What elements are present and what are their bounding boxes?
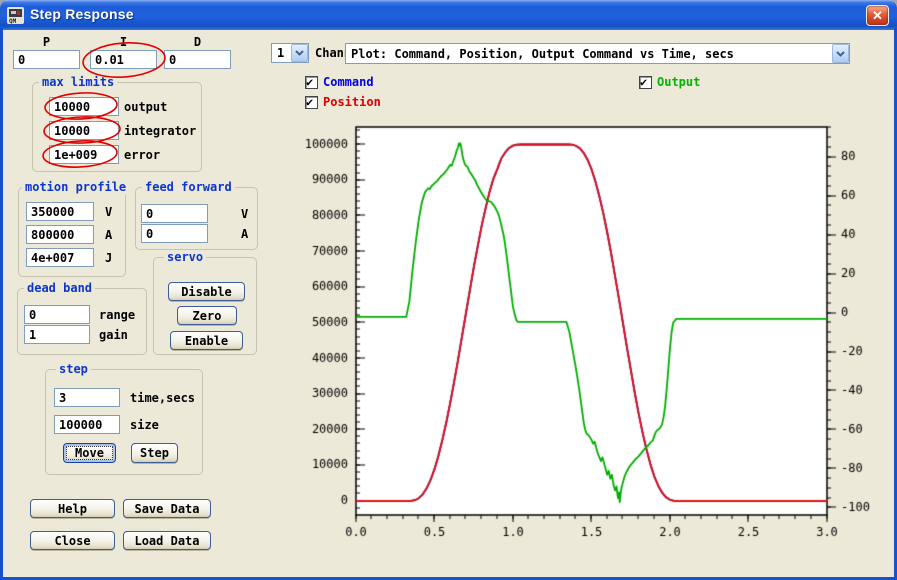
window-border-left (0, 28, 3, 580)
plot-select-value: Plot: Command, Position, Output Command … (346, 47, 832, 61)
feed-forward-group: feed forward V A (135, 187, 258, 250)
app-window: QM Step Response ✕ P I D 1 Channel Plot:… (0, 0, 897, 580)
motion-profile-group: motion profile V A J (18, 187, 126, 277)
step-response-plot (280, 110, 892, 562)
jerk-field[interactable] (26, 248, 94, 267)
help-button[interactable]: Help (30, 499, 115, 518)
check-icon: ✔ (640, 75, 647, 89)
feed-forward-title: feed forward (142, 180, 235, 195)
step-button[interactable]: Step (131, 443, 178, 463)
close-window-button[interactable]: Close (30, 531, 115, 550)
save-data-button[interactable]: Save Data (123, 499, 211, 518)
acceleration-field[interactable] (26, 225, 94, 244)
app-icon: QM (7, 7, 24, 24)
servo-group: servo Disable Zero Enable (153, 257, 257, 355)
close-icon: ✕ (872, 8, 883, 23)
ff-velocity-label: V (241, 207, 248, 221)
step-title: step (56, 362, 91, 377)
d-label: D (164, 35, 231, 49)
position-checkbox-label: Position (323, 95, 381, 109)
command-checkbox-label: Command (323, 75, 374, 89)
servo-disable-button[interactable]: Disable (168, 282, 245, 301)
max-output-field[interactable] (49, 97, 119, 116)
max-integrator-field[interactable] (49, 121, 119, 140)
servo-zero-button[interactable]: Zero (177, 306, 237, 325)
i-gain-field[interactable] (90, 50, 157, 69)
chevron-down-icon[interactable] (291, 44, 308, 62)
dead-band-group: dead band range gain (17, 288, 147, 355)
channel-value: 1 (272, 46, 291, 60)
ff-acceleration-field[interactable] (141, 224, 208, 243)
dead-band-gain-field[interactable] (24, 325, 90, 344)
svg-text:QM: QM (9, 18, 17, 24)
servo-enable-button[interactable]: Enable (170, 331, 243, 350)
velocity-field[interactable] (26, 202, 94, 221)
position-checkbox[interactable]: ✔ (305, 96, 318, 109)
step-size-field[interactable] (54, 415, 120, 434)
channel-select[interactable]: 1 (271, 43, 309, 63)
output-checkbox-label: Output (657, 75, 700, 89)
dead-band-title: dead band (24, 281, 95, 296)
i-label: I (90, 35, 157, 49)
move-button[interactable]: Move (63, 443, 116, 463)
step-size-label: size (130, 418, 159, 432)
max-error-field[interactable] (49, 145, 119, 164)
servo-title: servo (164, 250, 206, 265)
max-output-label: output (124, 100, 167, 114)
motion-profile-title: motion profile (22, 180, 129, 195)
ff-acceleration-label: A (241, 227, 248, 241)
window-title: Step Response (30, 6, 134, 22)
acceleration-label: A (105, 228, 112, 242)
step-time-label: time,secs (130, 391, 195, 405)
velocity-label: V (105, 205, 112, 219)
p-label: P (13, 35, 80, 49)
max-limits-title: max limits (39, 75, 117, 90)
p-gain-field[interactable] (13, 50, 80, 69)
dead-band-range-label: range (99, 308, 135, 322)
output-checkbox[interactable]: ✔ (639, 76, 652, 89)
ff-velocity-field[interactable] (141, 204, 208, 223)
check-icon: ✔ (306, 75, 313, 89)
d-gain-field[interactable] (164, 50, 231, 69)
max-integrator-label: integrator (124, 124, 196, 138)
load-data-button[interactable]: Load Data (123, 531, 211, 550)
chevron-down-icon[interactable] (832, 44, 849, 63)
title-bar[interactable]: QM Step Response ✕ (0, 0, 897, 30)
step-group: step time,secs size Move Step (45, 369, 203, 475)
max-error-label: error (124, 148, 160, 162)
dead-band-range-field[interactable] (24, 305, 90, 324)
max-limits-group: max limits output integrator error (32, 82, 202, 172)
dead-band-gain-label: gain (99, 328, 128, 342)
jerk-label: J (105, 251, 112, 265)
plot-select[interactable]: Plot: Command, Position, Output Command … (345, 43, 850, 64)
check-icon: ✔ (306, 95, 313, 109)
command-checkbox[interactable]: ✔ (305, 76, 318, 89)
step-time-field[interactable] (54, 388, 120, 407)
close-button[interactable]: ✕ (866, 5, 889, 26)
